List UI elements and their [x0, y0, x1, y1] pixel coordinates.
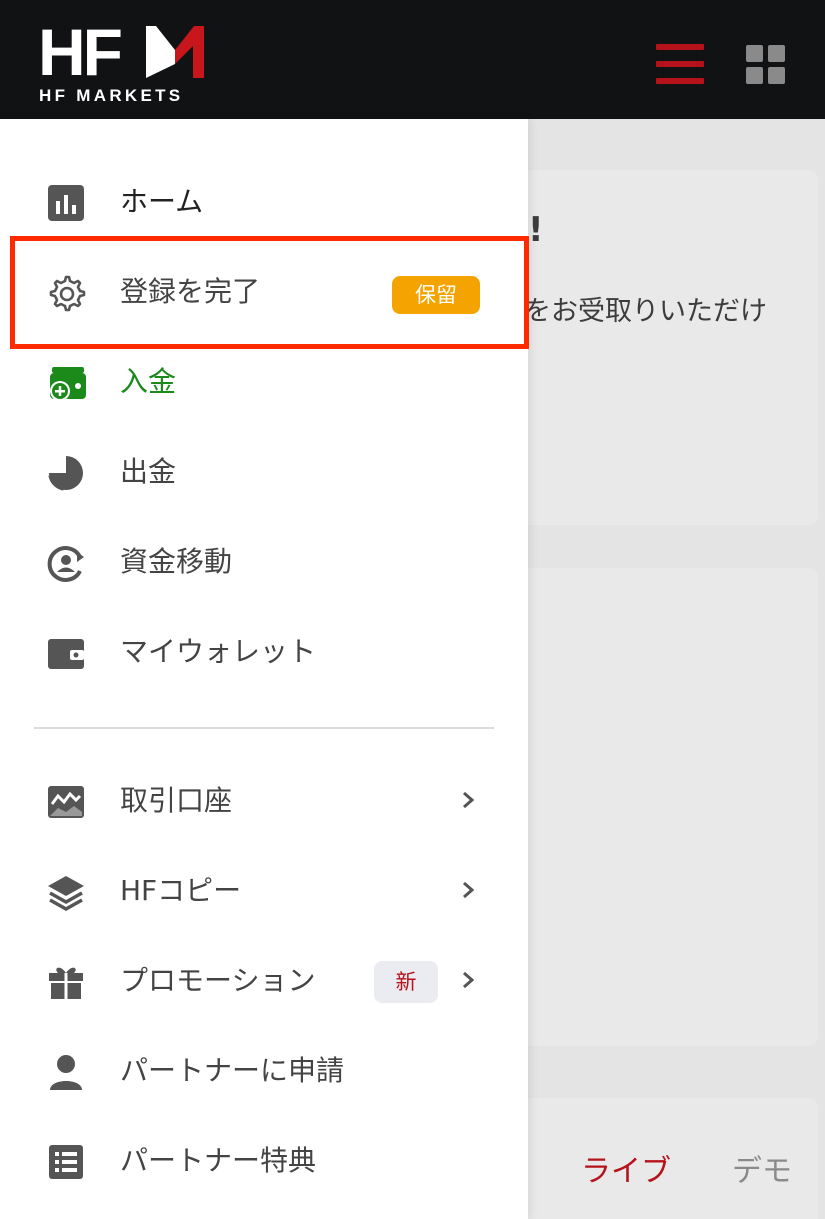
menu-label-my-wallet: マイウォレット: [120, 635, 317, 668]
menu-item-trading-accounts[interactable]: 取引口座: [0, 761, 528, 841]
background-card-exclamation: !: [528, 210, 544, 250]
menu-label-withdraw: 出金: [120, 455, 177, 488]
menu-item-deposit[interactable]: 入金: [0, 342, 528, 422]
menu-item-promotions[interactable]: プロモーション 新: [0, 941, 528, 1021]
wallet-icon: [46, 633, 86, 673]
menu-label-transfer: 資金移動: [120, 545, 233, 578]
logo-m-mark: [146, 26, 204, 78]
logo-letters: HF: [38, 15, 123, 89]
gift-icon: [46, 962, 86, 1002]
menu-label-trading-accounts: 取引口座: [120, 784, 233, 817]
chevron-right-icon: [463, 881, 475, 899]
gear-icon: [46, 273, 86, 313]
menu-label-deposit: 入金: [120, 365, 177, 398]
menu-label-hf-copy: HFコピー: [120, 874, 242, 907]
menu-item-my-wallet[interactable]: マイウォレット: [0, 612, 528, 692]
app-header: HF HF MARKETS: [0, 0, 825, 119]
chevron-right-icon: [463, 791, 475, 809]
logo-subtitle: HF MARKETS: [39, 86, 184, 105]
transfer-user-icon: [46, 543, 86, 583]
new-badge: 新: [374, 961, 438, 1003]
hfm-logo[interactable]: HF HF MARKETS: [38, 15, 208, 107]
menu-label-complete-registration: 登録を完了: [120, 275, 261, 308]
tab-live[interactable]: ライブ: [581, 1146, 671, 1190]
menu-item-transfer[interactable]: 資金移動: [0, 522, 528, 602]
chevron-right-icon: [463, 971, 475, 989]
menu-item-withdraw[interactable]: 出金: [0, 432, 528, 512]
menu-label-apply-partner: パートナーに申請: [120, 1054, 345, 1087]
tab-demo[interactable]: デモ: [732, 1146, 792, 1190]
pending-badge: 保留: [392, 276, 480, 314]
layers-icon: [46, 872, 86, 912]
menu-label-home: ホーム: [120, 185, 204, 218]
pie-withdraw-icon: [46, 453, 86, 493]
menu-item-apply-partner[interactable]: パートナーに申請: [0, 1031, 528, 1111]
background-card-2: [500, 568, 818, 1046]
background-card-text: をお受取りいただけ: [524, 296, 767, 327]
grid-apps-icon[interactable]: [746, 45, 786, 85]
side-drawer: ホーム 登録を完了 保留 入金 出金 資金移動 マイウォレット 取引口座 HFコ…: [0, 119, 528, 1219]
menu-item-home[interactable]: ホーム: [0, 162, 528, 242]
menu-divider: [34, 727, 494, 729]
menu-item-partner-benefits[interactable]: パートナー特典: [0, 1121, 528, 1201]
wallet-plus-icon: [46, 363, 86, 403]
background-card-1: [500, 170, 818, 525]
menu-item-complete-registration[interactable]: 登録を完了 保留: [0, 252, 528, 332]
menu-item-hf-copy[interactable]: HFコピー: [0, 851, 528, 931]
list-icon: [46, 1142, 86, 1182]
menu-label-partner-benefits: パートナー特典: [120, 1144, 317, 1177]
hamburger-menu-icon[interactable]: [656, 44, 704, 84]
bar-chart-icon: [46, 183, 86, 223]
menu-label-promotions: プロモーション: [120, 964, 316, 997]
chart-image-icon: [46, 782, 86, 822]
person-icon: [46, 1052, 86, 1092]
